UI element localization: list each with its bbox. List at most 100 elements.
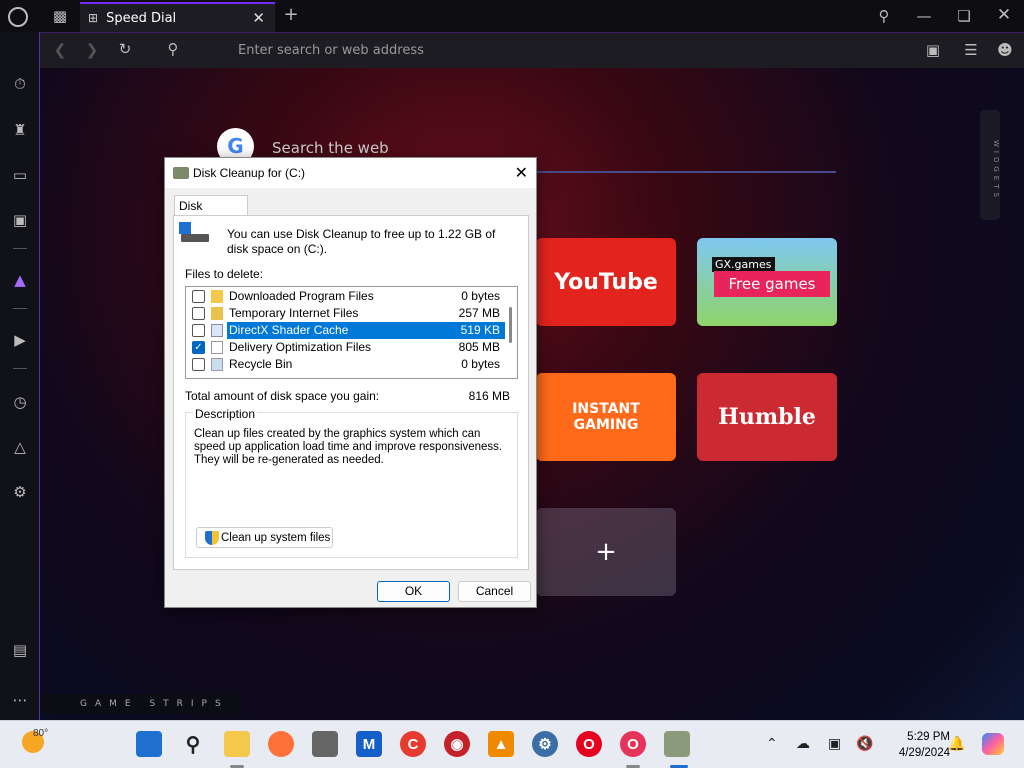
document-icon: [211, 324, 223, 337]
sidebar-divider: [13, 368, 27, 369]
checkbox[interactable]: [192, 324, 205, 337]
file-name: DirectX Shader Cache: [227, 322, 430, 339]
minimize-icon[interactable]: —: [914, 6, 934, 26]
recycle-bin-icon: [211, 358, 223, 371]
easy-setup-icon[interactable]: ☰: [962, 41, 980, 59]
history-icon[interactable]: ◷: [10, 392, 30, 412]
more-icon[interactable]: ⋯: [10, 690, 30, 710]
speed-dial-youtube[interactable]: YouTube: [536, 238, 676, 326]
profile-icon[interactable]: ☻: [996, 41, 1014, 59]
tab-close-icon[interactable]: ✕: [252, 9, 265, 27]
page-icon: [211, 341, 223, 354]
tab-disk-cleanup[interactable]: Disk Cleanup: [174, 195, 248, 227]
add-speed-dial-button[interactable]: +: [536, 508, 676, 596]
list-item[interactable]: Temporary Internet Files 257 MB: [186, 305, 506, 322]
close-window-icon[interactable]: ✕: [994, 5, 1014, 25]
file-name: Temporary Internet Files: [229, 306, 359, 320]
gx-corner-icon[interactable]: ♜: [10, 120, 30, 140]
player-icon[interactable]: ▶: [10, 330, 30, 350]
vlc-icon[interactable]: ▲: [488, 731, 514, 757]
red-app-icon[interactable]: ◉: [444, 731, 470, 757]
lock-icon: [211, 307, 223, 320]
checkbox-checked[interactable]: ✓: [192, 341, 205, 354]
gx-control-icon[interactable]: ⏱: [10, 74, 30, 94]
start-icon[interactable]: [136, 731, 162, 757]
clean-up-system-files-label: Clean up system files: [221, 531, 331, 544]
browser-tab-strip: ▩ ⊞ Speed Dial ✕ + ⚲ — ❏ ✕: [0, 0, 1024, 32]
opera-menu-icon[interactable]: [8, 7, 28, 27]
copilot-icon[interactable]: [982, 733, 1004, 755]
gamepad-icon[interactable]: ▩: [50, 7, 70, 25]
new-tab-icon[interactable]: +: [282, 4, 300, 25]
checkbox[interactable]: [192, 307, 205, 320]
display-icon[interactable]: ▣: [828, 735, 841, 752]
widgets-toggle[interactable]: WIDGETS: [980, 110, 1000, 220]
disk-cleanup-icon: [173, 167, 189, 179]
speed-dial-search[interactable]: Search the web: [272, 139, 389, 157]
opera-icon[interactable]: O: [576, 731, 602, 757]
list-item[interactable]: ✓ Delivery Optimization Files 805 MB: [186, 339, 506, 356]
restore-icon[interactable]: ❏: [954, 6, 974, 26]
show-hidden-icons-icon[interactable]: ⌃: [766, 735, 778, 752]
back-icon[interactable]: ❮: [52, 41, 68, 59]
search-tabs-icon[interactable]: ⚲: [874, 6, 894, 26]
disk-cleanup-taskbar-icon[interactable]: [664, 731, 690, 757]
dialog-title-bar: Disk Cleanup for (C:) ✕: [165, 158, 536, 188]
speed-dial-instant-gaming[interactable]: INSTANT GAMING: [536, 373, 676, 461]
wallpaper-icon[interactable]: ▤: [10, 640, 30, 660]
list-scrollbar[interactable]: [505, 287, 517, 378]
file-explorer-icon[interactable]: [224, 731, 250, 757]
twitch-icon[interactable]: ▭: [10, 165, 30, 185]
files-list[interactable]: Downloaded Program Files 0 bytes Tempora…: [185, 286, 518, 379]
dialog-title: Disk Cleanup for (C:): [193, 166, 306, 180]
malwarebytes-icon[interactable]: M: [356, 731, 382, 757]
cancel-button[interactable]: Cancel: [458, 581, 531, 602]
file-size: 519 KB: [430, 322, 506, 339]
forward-icon[interactable]: ❯: [84, 41, 100, 59]
calculator-icon[interactable]: [312, 731, 338, 757]
ok-button[interactable]: OK: [377, 581, 450, 602]
speed-dial-humble[interactable]: Humble: [697, 373, 837, 461]
file-name: Downloaded Program Files: [229, 289, 374, 303]
search-underline: [536, 171, 836, 173]
scroll-thumb[interactable]: [509, 307, 512, 343]
firefox-icon[interactable]: [268, 731, 294, 757]
onedrive-icon[interactable]: ☁: [796, 735, 810, 752]
settings-icon[interactable]: ⚙: [10, 482, 30, 502]
description-text: Clean up files created by the graphics s…: [194, 428, 503, 466]
clock[interactable]: 5:29 PM 4/29/2024: [888, 729, 950, 761]
discord-icon[interactable]: ▣: [10, 210, 30, 230]
reload-icon[interactable]: ↻: [116, 40, 134, 58]
address-input[interactable]: Enter search or web address: [238, 43, 424, 58]
list-item[interactable]: Recycle Bin 0 bytes: [186, 356, 506, 373]
gx-games-label: GX.games: [712, 257, 775, 272]
dialog-close-icon[interactable]: ✕: [515, 163, 528, 183]
volume-muted-icon[interactable]: 🔇: [856, 735, 873, 752]
checkbox[interactable]: [192, 290, 205, 303]
file-size: 0 bytes: [461, 357, 500, 371]
file-size: 257 MB: [458, 306, 500, 320]
notifications-icon[interactable]: 🔔: [948, 735, 965, 752]
file-size: 0 bytes: [461, 289, 500, 303]
clock-time: 5:29 PM: [907, 731, 950, 743]
aria-icon[interactable]: ▲: [10, 270, 30, 290]
tab-title: Speed Dial: [106, 10, 177, 26]
clean-up-system-files-button[interactable]: Clean up system files: [196, 527, 333, 548]
camera-icon[interactable]: ▣: [924, 41, 942, 59]
file-name: Delivery Optimization Files: [229, 340, 372, 354]
list-item-selected[interactable]: DirectX Shader Cache 519 KB: [186, 322, 506, 339]
files-to-delete-label: Files to delete:: [185, 267, 264, 281]
gx-free-games-label: Free games: [714, 271, 830, 297]
game-strips[interactable]: GAME STRIPS: [40, 694, 240, 714]
extensions-icon[interactable]: △: [10, 437, 30, 457]
list-item[interactable]: Downloaded Program Files 0 bytes: [186, 288, 506, 305]
settings-icon[interactable]: ⚙: [532, 731, 558, 757]
search-icon: ⚲: [167, 40, 179, 58]
search-icon[interactable]: ⚲: [180, 731, 206, 757]
tab-speed-dial[interactable]: ⊞ Speed Dial ✕: [80, 2, 275, 32]
ccleaner-icon[interactable]: C: [400, 731, 426, 757]
checkbox[interactable]: [192, 358, 205, 371]
opera-gx-icon[interactable]: O: [620, 731, 646, 757]
temperature: 80°: [33, 728, 49, 739]
taskbar: 80° ⚲ M C ◉ ▲ ⚙ O O ⌃ ☁ ▣ 🔇 5:29 PM 4/29…: [0, 720, 1024, 768]
